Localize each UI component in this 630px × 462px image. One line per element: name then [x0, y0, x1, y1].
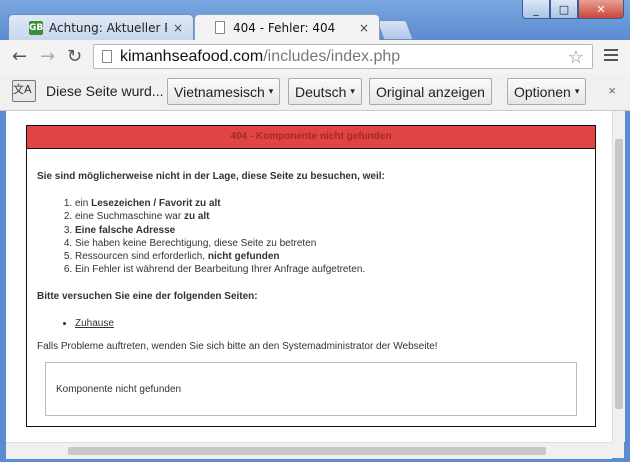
reasons-list: ein Lesezeichen / Favorit zu alt eine Su…: [37, 197, 585, 277]
show-original-button[interactable]: Original anzeigen: [369, 78, 492, 105]
close-translate-bar-icon[interactable]: ×: [608, 83, 616, 98]
forward-icon[interactable]: →: [40, 46, 55, 67]
list-item: Ressourcen sind erforderlich, nicht gefu…: [75, 250, 585, 263]
error-header: 404 - Komponente nicht gefunden: [27, 126, 595, 149]
url-text: kimanhseafood.com/includes/index.php: [120, 48, 400, 66]
list-item: Eine falsche Adresse: [75, 224, 585, 237]
translate-bar: 文A Diese Seite wurd... Vietnamesisch ▾ De…: [0, 74, 630, 111]
caret-down-icon: ▾: [350, 86, 355, 96]
target-language-dropdown[interactable]: Deutsch ▾: [288, 78, 362, 105]
suggestions-heading: Bitte versuchen Sie eine der folgenden S…: [37, 290, 258, 302]
tab-404[interactable]: 404 - Fehler: 404 ×: [194, 14, 380, 40]
options-label: Optionen: [514, 83, 571, 100]
list-item: eine Suchmaschine war zu alt: [75, 210, 585, 223]
links-list: Zuhause: [37, 318, 585, 329]
list-item: ein Lesezeichen / Favorit zu alt: [75, 197, 585, 210]
tab-title: Achtung: Aktueller Phishing: [49, 20, 167, 35]
toolbar: ← → ↻ kimanhseafood.com/includes/index.p…: [0, 40, 630, 75]
home-link[interactable]: Zuhause: [75, 318, 114, 329]
bookmark-star-icon[interactable]: ☆: [568, 47, 584, 68]
error-message-box: Komponente nicht gefunden: [45, 361, 577, 416]
scroll-thumb[interactable]: [68, 447, 546, 455]
error-box: 404 - Komponente nicht gefunden Sie sind…: [26, 125, 596, 427]
list-item: Ein Fehler ist während der Bearbeitung I…: [75, 263, 585, 276]
page-icon: [102, 50, 112, 63]
gb-favicon-icon: GB: [29, 20, 44, 35]
menu-icon[interactable]: [604, 49, 618, 64]
page-viewport: 404 - Komponente nicht gefunden Sie sind…: [6, 111, 612, 442]
translate-icon: 文A: [12, 80, 36, 102]
tab-title: 404 - Fehler: 404: [233, 20, 336, 35]
scroll-thumb[interactable]: [615, 139, 623, 409]
url-domain: kimanhseafood.com: [120, 47, 264, 65]
target-language-label: Deutsch: [295, 83, 347, 100]
source-language-dropdown[interactable]: Vietnamesisch ▾: [167, 78, 281, 105]
error-body: Sie sind möglicherweise nicht in der Lag…: [27, 171, 595, 416]
list-item: Zuhause: [75, 318, 585, 329]
list-item: Sie haben keine Berechtigung, diese Seit…: [75, 237, 585, 250]
scroll-corner: [612, 442, 624, 458]
back-icon[interactable]: ←: [12, 46, 27, 67]
tab-strip: GB Achtung: Aktueller Phishing × 404 - F…: [0, 14, 630, 40]
options-dropdown[interactable]: Optionen ▾: [507, 78, 587, 105]
translate-message: Diese Seite wurd...: [46, 83, 164, 99]
close-icon[interactable]: ×: [359, 21, 369, 35]
address-bar[interactable]: kimanhseafood.com/includes/index.php ☆: [93, 44, 593, 69]
horizontal-scrollbar[interactable]: [6, 442, 612, 459]
reload-icon[interactable]: ↻: [67, 46, 82, 67]
page-favicon-icon: [215, 21, 225, 34]
url-path: /includes/index.php: [263, 47, 401, 65]
error-intro: Sie sind möglicherweise nicht in der Lag…: [37, 171, 385, 182]
new-tab-button[interactable]: [376, 20, 414, 40]
caret-down-icon: ▾: [268, 86, 274, 96]
vertical-scrollbar[interactable]: [612, 111, 625, 442]
tab-phishing[interactable]: GB Achtung: Aktueller Phishing ×: [8, 14, 194, 40]
source-language-label: Vietnamesisch: [174, 83, 265, 100]
caret-down-icon: ▾: [574, 86, 580, 96]
contact-admin-text: Falls Probleme auftreten, wenden Sie sic…: [37, 340, 438, 352]
browser-window: _ □ ✕ GB Achtung: Aktueller Phishing × 4…: [0, 0, 630, 462]
close-icon[interactable]: ×: [173, 21, 183, 35]
